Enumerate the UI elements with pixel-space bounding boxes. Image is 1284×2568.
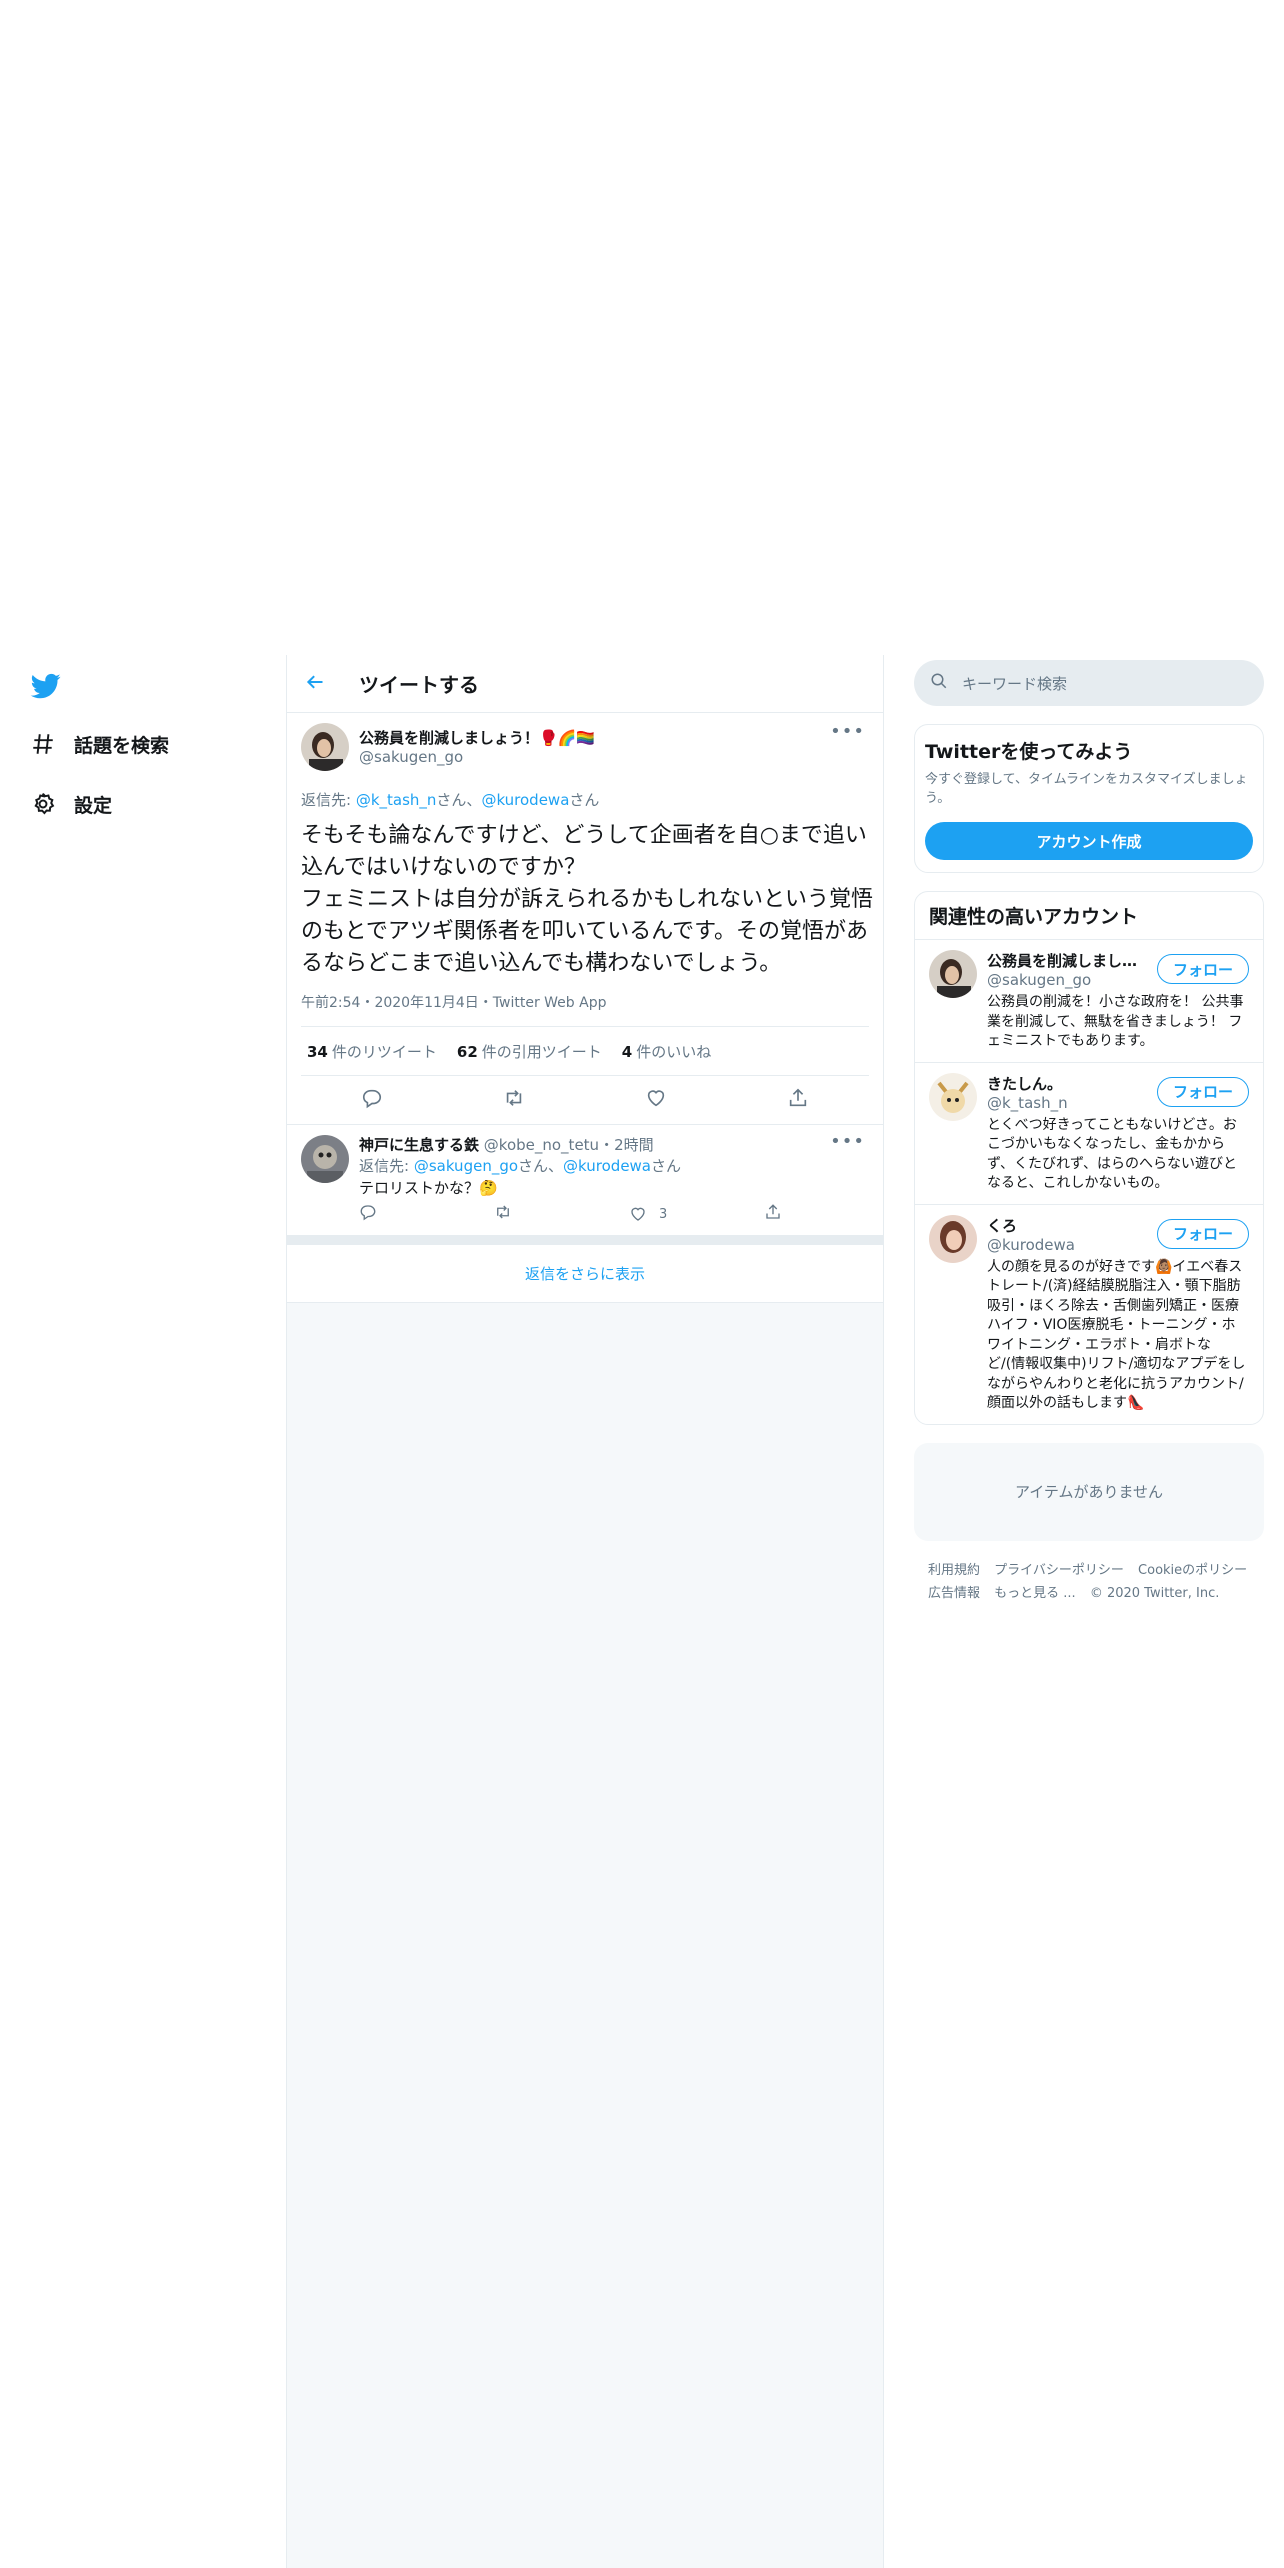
account-item[interactable]: 公務員を削減しましょう！🥊🌈🏳️‍🌈 @sakugen_go 公務員の削減を！小… bbox=[915, 939, 1263, 1062]
retweet-icon[interactable] bbox=[494, 1203, 629, 1225]
nav-explore-label: 話題を検索 bbox=[74, 734, 170, 757]
footer: 利用規約 プライバシーポリシー Cookieのポリシー 広告情報 もっと見る .… bbox=[914, 1559, 1264, 1605]
account-bio: 公務員の削減を！小さな政府を！ 公共事業を削減して、無駄を省きましょう！ フェミ… bbox=[987, 994, 1244, 1049]
search-box[interactable]: キーワード検索 bbox=[914, 660, 1264, 706]
avatar[interactable] bbox=[929, 1072, 977, 1121]
retweet-icon[interactable] bbox=[503, 1087, 525, 1113]
tweet-meta[interactable]: 午前2:54・2020年11月4日・Twitter Web App bbox=[301, 992, 869, 1012]
like-button[interactable]: 3 bbox=[629, 1205, 764, 1223]
footer-link[interactable]: もっと見る ... bbox=[994, 1586, 1076, 1601]
footer-link[interactable]: 利用規約 bbox=[928, 1563, 980, 1578]
signup-title: Twitterを使ってみよう bbox=[925, 741, 1133, 763]
reply-actions: 3 bbox=[359, 1199, 869, 1229]
follow-button[interactable]: フォロー bbox=[1157, 1076, 1249, 1107]
account-name[interactable]: 公務員を削減しましょう！🥊🌈🏳️‍🌈 bbox=[987, 950, 1147, 971]
more-options-icon[interactable]: ••• bbox=[830, 1131, 865, 1152]
signup-card: Twitterを使ってみよう 今すぐ登録して、タイムラインをカスタマイズしましょ… bbox=[914, 724, 1264, 873]
tweet-author-handle[interactable]: @sakugen_go bbox=[359, 748, 595, 766]
account-name[interactable]: くろ bbox=[987, 1215, 1147, 1236]
gear-icon bbox=[28, 789, 58, 819]
avatar[interactable] bbox=[929, 950, 977, 998]
reply-text: テロリストかな？🤔 bbox=[359, 1179, 498, 1197]
tweet-stats: 34 件のリツイート 62 件の引用ツイート 4 件のいいね bbox=[301, 1026, 869, 1076]
follow-button[interactable]: フォロー bbox=[1157, 1218, 1249, 1249]
footer-link[interactable]: プライバシーポリシー bbox=[994, 1563, 1124, 1578]
nav-settings-label: 設定 bbox=[74, 794, 113, 817]
nav-explore[interactable]: 話題を検索 bbox=[28, 724, 169, 764]
reply-san: さん、 bbox=[518, 1157, 564, 1175]
tweet-actions bbox=[301, 1076, 869, 1124]
tweet-author-name[interactable]: 公務員を削減しましょう！ bbox=[359, 729, 539, 747]
avatar[interactable] bbox=[301, 723, 349, 771]
name-emoji: 🥊🌈🏳️‍🌈 bbox=[539, 729, 596, 747]
account-item[interactable]: くろ @kurodewa 人の顔を見るのが好きです🙆🏽イエベ春ストレート/(済)… bbox=[915, 1203, 1263, 1424]
reply-icon[interactable] bbox=[361, 1087, 383, 1113]
reply-tweet[interactable]: 神戸に生息する鉄 @kobe_no_tetu・2時間 返信先: @sakugen… bbox=[287, 1124, 883, 1235]
more-options-icon[interactable]: ••• bbox=[830, 721, 865, 742]
main-header: ツイートする bbox=[287, 655, 883, 713]
twitter-logo-icon[interactable] bbox=[30, 671, 62, 701]
hashtag-icon bbox=[28, 729, 58, 759]
reply-san: さん、 bbox=[436, 791, 482, 809]
search-placeholder[interactable]: キーワード検索 bbox=[962, 673, 1067, 694]
right-sidebar: キーワード検索 Twitterを使ってみよう 今すぐ登録して、タイムラインをカス… bbox=[914, 660, 1264, 1605]
like-icon bbox=[631, 1207, 645, 1221]
show-more-replies-link[interactable]: 返信をさらに表示 bbox=[287, 1245, 883, 1303]
retweet-count[interactable]: 34 件のリツイート bbox=[307, 1041, 437, 1062]
divider bbox=[287, 1235, 883, 1245]
account-name[interactable]: きたしん。 bbox=[987, 1073, 1147, 1094]
reply-author-name[interactable]: 神戸に生息する鉄 bbox=[359, 1136, 479, 1154]
reply-prefix: 返信先: bbox=[359, 1157, 414, 1175]
share-icon[interactable] bbox=[764, 1203, 782, 1225]
reply-to-line: 返信先: @sakugen_goさん、@kurodewaさん bbox=[359, 1155, 869, 1177]
trends-empty: アイテムがありません bbox=[914, 1442, 1264, 1541]
related-accounts-card: 関連性の高いアカウント 公務員を削減しましょう！🥊🌈🏳️‍🌈 @sakugen_… bbox=[914, 891, 1264, 1425]
footer-link[interactable]: Cookieのポリシー bbox=[1138, 1563, 1247, 1578]
reply-user-link[interactable]: @sakugen_go bbox=[414, 1157, 518, 1175]
reply-san: さん bbox=[651, 1157, 682, 1175]
page-title: ツイートする bbox=[359, 673, 479, 697]
focused-tweet[interactable]: 公務員を削減しましょう！🥊🌈🏳️‍🌈 @sakugen_go ••• 返信先: … bbox=[287, 713, 883, 1124]
reply-user-link[interactable]: @k_tash_n bbox=[356, 791, 437, 809]
account-bio: 人の顔を見るのが好きです🙆🏽イエベ春ストレート/(済)経結膜脱脂注入・顎下脂肪吸… bbox=[987, 1258, 1246, 1412]
search-icon bbox=[930, 672, 948, 694]
copyright: © 2020 Twitter, Inc. bbox=[1089, 1585, 1220, 1601]
back-arrow-icon[interactable] bbox=[305, 672, 325, 696]
avatar[interactable] bbox=[929, 1214, 977, 1263]
nav-settings[interactable]: 設定 bbox=[28, 784, 112, 824]
account-bio: とくべつ好きってこともないけどさ。おこづかいもなくなったし、金もかからず、くたび… bbox=[987, 1116, 1238, 1192]
main-column: ツイートする 公務員を削減しましょう！🥊🌈🏳️‍🌈 @sakugen_go ••… bbox=[286, 655, 884, 2568]
signup-desc: 今すぐ登録して、タイムラインをカスタマイズしましょう。 bbox=[925, 772, 1248, 806]
reply-icon[interactable] bbox=[359, 1203, 494, 1225]
reply-user-link[interactable]: @kurodewa bbox=[563, 1157, 651, 1175]
avatar[interactable] bbox=[301, 1135, 349, 1183]
reply-time[interactable]: ・2時間 bbox=[599, 1136, 654, 1154]
footer-link[interactable]: 広告情報 bbox=[928, 1586, 980, 1601]
share-icon[interactable] bbox=[787, 1087, 809, 1113]
reply-prefix: 返信先: bbox=[301, 791, 356, 809]
related-title: 関連性の高いアカウント bbox=[929, 906, 1139, 928]
quote-count[interactable]: 62 件の引用ツイート bbox=[457, 1041, 602, 1062]
create-account-button[interactable]: アカウント作成 bbox=[925, 822, 1253, 860]
follow-button[interactable]: フォロー bbox=[1157, 954, 1249, 984]
reply-san: さん bbox=[569, 791, 600, 809]
tweet-text: そもそも論なんですけど、どうして企画者を自○まで追い込んではいけないのですか？ … bbox=[301, 823, 874, 976]
reply-author-handle[interactable]: @kobe_no_tetu bbox=[484, 1136, 599, 1154]
account-item[interactable]: きたしん。 @k_tash_n とくべつ好きってこともないけどさ。おこづかいもな… bbox=[915, 1061, 1263, 1204]
like-icon[interactable] bbox=[645, 1087, 667, 1113]
reply-user-link[interactable]: @kurodewa bbox=[481, 791, 569, 809]
reply-to-line: 返信先: @k_tash_nさん、@kurodewaさん bbox=[301, 789, 869, 810]
like-count[interactable]: 4 件のいいね bbox=[622, 1041, 711, 1062]
reply-like-count: 3 bbox=[659, 1206, 668, 1222]
